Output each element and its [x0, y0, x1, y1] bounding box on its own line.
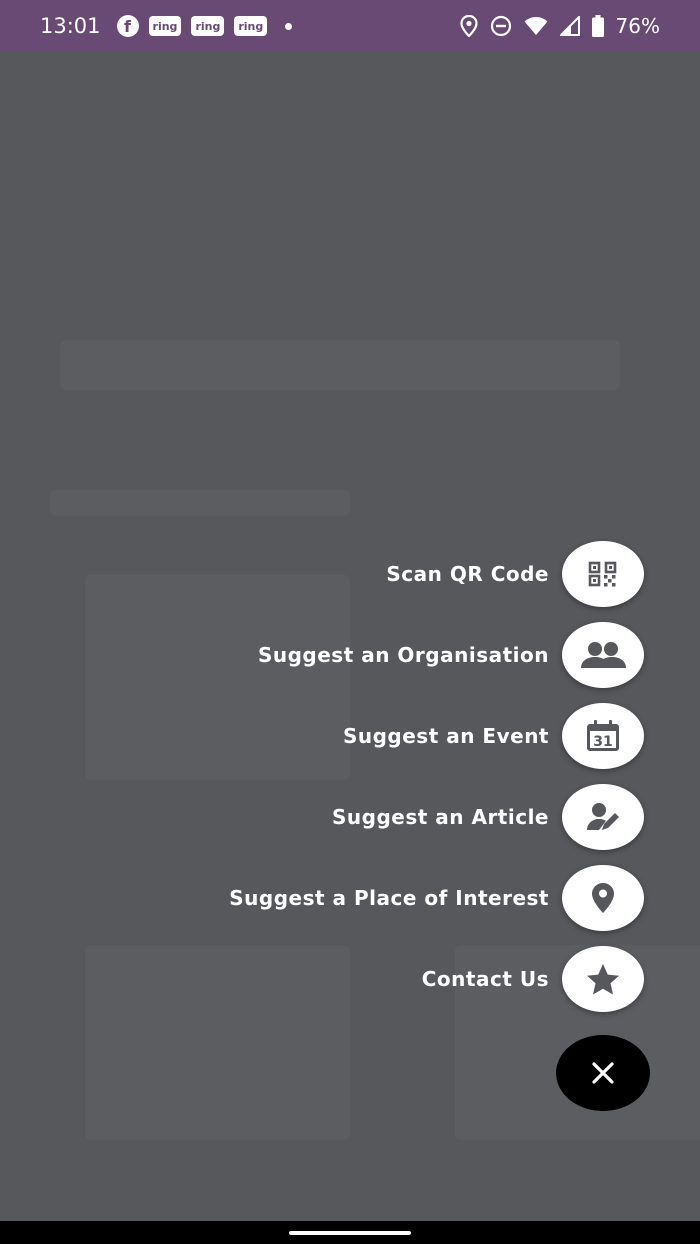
ring-icon: ring [191, 16, 225, 36]
fab-label-contact-us[interactable]: Contact Us [422, 967, 549, 991]
location-icon [459, 15, 478, 37]
fab-item-scan-qr[interactable]: Scan QR Code [44, 541, 644, 607]
fab-item-suggest-event[interactable]: Suggest an Event 31 [44, 703, 644, 769]
battery-percent: 76% [615, 14, 660, 38]
close-icon [592, 1062, 614, 1084]
fab-item-contact-us[interactable]: Contact Us [44, 946, 644, 1012]
ring-icon: ring [234, 16, 268, 36]
close-fab-button[interactable] [556, 1035, 650, 1111]
fab-label-suggest-organisation[interactable]: Suggest an Organisation [258, 643, 549, 667]
suggest-event-button[interactable]: 31 [562, 703, 644, 769]
wifi-icon [524, 17, 548, 35]
people-icon [581, 642, 626, 668]
ring-icon: ring [148, 16, 182, 36]
suggest-place-button[interactable] [562, 865, 644, 931]
fab-item-suggest-article[interactable]: Suggest an Article [44, 784, 644, 850]
suggest-organisation-button[interactable] [562, 622, 644, 688]
background-card [60, 340, 620, 390]
fab-label-suggest-event[interactable]: Suggest an Event [343, 724, 549, 748]
dnd-icon [490, 15, 511, 37]
star-icon [587, 964, 619, 995]
home-gesture-handle[interactable] [289, 1231, 411, 1235]
fab-item-suggest-organisation[interactable]: Suggest an Organisation [44, 622, 644, 688]
suggest-article-button[interactable] [562, 784, 644, 850]
status-time: 13:01 [40, 14, 101, 38]
person-edit-icon [587, 803, 619, 830]
qr-code-icon [588, 561, 617, 587]
status-right: 76% [459, 14, 660, 38]
battery-icon [591, 15, 604, 37]
system-nav-bar [0, 1221, 700, 1244]
background-card [50, 490, 350, 516]
facebook-icon: f [116, 15, 139, 37]
scan-qr-button[interactable] [562, 541, 644, 607]
calendar-icon: 31 [587, 720, 619, 751]
calendar-day: 31 [593, 734, 612, 750]
map-pin-icon [592, 883, 614, 913]
notification-dot-icon [285, 22, 293, 30]
fab-label-scan-qr[interactable]: Scan QR Code [386, 562, 549, 586]
fab-label-suggest-article[interactable]: Suggest an Article [332, 805, 549, 829]
status-left: 13:01 f ring ring ring [40, 14, 293, 38]
status-bar: 13:01 f ring ring ring 76% [0, 0, 700, 52]
contact-us-button[interactable] [562, 946, 644, 1012]
fab-item-suggest-place[interactable]: Suggest a Place of Interest [44, 865, 644, 931]
signal-icon [559, 16, 580, 36]
fab-label-suggest-place[interactable]: Suggest a Place of Interest [229, 886, 549, 910]
